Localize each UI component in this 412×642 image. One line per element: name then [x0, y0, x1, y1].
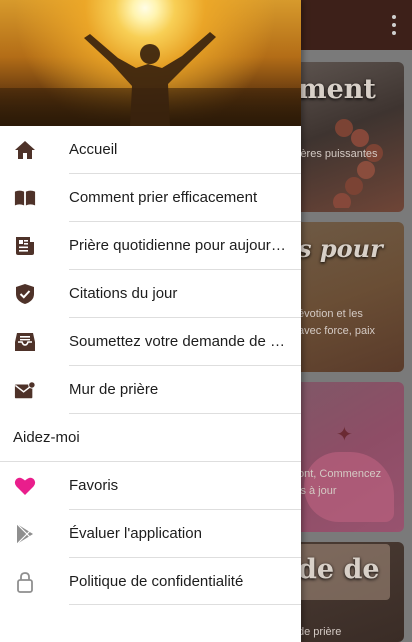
menu-item-label: Comment prier efficacement: [69, 189, 258, 206]
card-title: de de: [298, 554, 380, 585]
book-open-icon: [14, 187, 36, 209]
divider: [69, 604, 301, 605]
menu-item-rate-app[interactable]: Évaluer l'application: [0, 510, 301, 558]
menu-item-label: Politique de confidentialité: [69, 573, 244, 590]
newspaper-icon: [14, 235, 36, 257]
inbox-tray-icon: [14, 331, 36, 353]
heart-icon: [14, 475, 36, 497]
drawer-header-image: [0, 0, 301, 126]
card-text: évotion et les: [298, 308, 363, 320]
menu-item-label: Prière quotidienne pour aujourd'hui: [69, 237, 287, 254]
menu-item-home[interactable]: Accueil: [0, 126, 301, 174]
bird-image: ✦: [336, 424, 353, 446]
shield-check-icon: [14, 283, 36, 305]
mail-badge-icon: [14, 379, 36, 401]
person-raising-arms-image: [84, 32, 216, 126]
menu-item-prayer-wall[interactable]: Mur de prière: [0, 366, 301, 414]
content-card-quotes[interactable]: ✦ ont, Commencez is à jour: [284, 382, 404, 532]
menu-item-label: Favoris: [69, 477, 119, 494]
menu-item-label: Mur de prière: [69, 381, 159, 398]
card-text: ont, Commencez: [298, 468, 382, 480]
card-text: avec force, paix: [298, 325, 376, 337]
more-vert-icon[interactable]: [390, 15, 398, 35]
card-text: de prière: [298, 626, 342, 638]
card-text: ières puissantes: [298, 148, 378, 160]
menu-item-label: Citations du jour: [69, 285, 178, 302]
menu-item-label: Évaluer l'application: [69, 525, 202, 542]
home-icon: [14, 139, 36, 161]
main-menu: Accueil Comment prier efficacement Prièr…: [0, 126, 301, 414]
play-store-icon: [14, 523, 36, 545]
card-title: ment: [298, 74, 376, 105]
navigation-drawer: Accueil Comment prier efficacement Prièr…: [0, 0, 301, 642]
menu-item-label: Soumettez votre demande de prière: [69, 333, 287, 350]
menu-item-submit-request[interactable]: Soumettez votre demande de prière: [0, 318, 301, 366]
content-card-prayer-guide[interactable]: de de de prière: [284, 542, 404, 642]
card-title: s pour: [298, 234, 383, 263]
card-text: is à jour: [298, 485, 337, 497]
menu-item-label: Accueil: [69, 141, 118, 158]
lock-icon: [14, 571, 36, 593]
menu-item-privacy-policy[interactable]: Politique de confidentialité: [0, 558, 301, 606]
content-card-daily-prayer[interactable]: s pour évotion et les avec force, paix: [284, 222, 404, 372]
section-header-label: Aidez-moi: [13, 429, 80, 446]
content-card-how-to-pray[interactable]: ment ières puissantes: [284, 62, 404, 212]
menu-item-favorites[interactable]: Favoris: [0, 462, 301, 510]
menu-item-how-to-pray[interactable]: Comment prier efficacement: [0, 174, 301, 222]
menu-item-daily-prayer[interactable]: Prière quotidienne pour aujourd'hui: [0, 222, 301, 270]
help-section-header: Aidez-moi: [0, 414, 301, 462]
menu-item-quotes[interactable]: Citations du jour: [0, 270, 301, 318]
help-menu: Favoris Évaluer l'application Politique …: [0, 462, 301, 606]
